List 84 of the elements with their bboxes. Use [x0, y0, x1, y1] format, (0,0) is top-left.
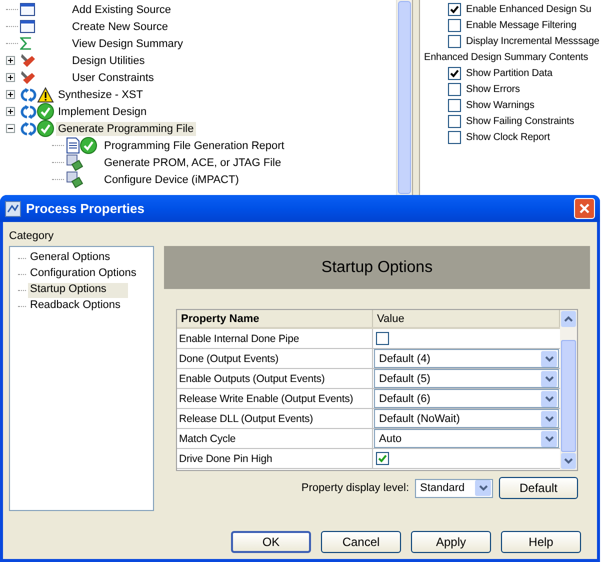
warning-icon	[37, 86, 54, 102]
value-dropdown[interactable]: Default (5)	[374, 369, 559, 388]
expand-icon[interactable]	[6, 107, 15, 116]
option-label: Enable Message Filtering	[466, 20, 576, 30]
checkbox[interactable]	[448, 34, 461, 48]
scroll-up-icon[interactable]	[564, 316, 573, 322]
device-icon	[66, 171, 83, 188]
value-dropdown[interactable]: Default (NoWait)	[374, 409, 559, 428]
property-name: Release DLL (Output Events)	[177, 409, 373, 428]
property-name: Drive Done Pin High	[177, 449, 373, 468]
value-dropdown[interactable]: Default (4)	[374, 349, 559, 368]
tree-item[interactable]: User Constraints	[70, 70, 156, 84]
expand-icon[interactable]	[6, 56, 15, 65]
checkbox[interactable]	[448, 82, 461, 96]
option-label: Display Incremental Messsage	[466, 36, 600, 46]
sigma-icon	[20, 37, 32, 50]
column-header: Property Name	[177, 310, 373, 327]
option-label: Show Failing Constraints	[466, 116, 574, 126]
tools-icon	[20, 52, 37, 69]
scrollbar[interactable]	[560, 310, 577, 470]
ok-icon	[80, 137, 97, 154]
property-name: Release Write Enable (Output Events)	[177, 389, 373, 408]
close-button[interactable]	[574, 198, 595, 219]
tree-item[interactable]: View Design Summary	[70, 36, 186, 50]
tree-item[interactable]: Synthesize - XST	[56, 88, 145, 102]
property-name: Done (Output Events)	[177, 349, 373, 368]
tree-item[interactable]: Configure Device (iMPACT)	[102, 172, 241, 186]
tree-item[interactable]: Implement Design	[56, 104, 149, 118]
dialog-button[interactable]: Apply	[411, 531, 491, 553]
checkbox[interactable]	[448, 18, 461, 32]
property-name: Match Cycle	[177, 429, 373, 448]
tree-item[interactable]: Programming File Generation Report	[102, 138, 286, 152]
checkbox[interactable]	[448, 2, 461, 16]
dialog-button[interactable]: Cancel	[321, 531, 401, 553]
category-item[interactable]: General Options	[28, 250, 112, 266]
category-label: Category	[9, 230, 55, 242]
tree-item[interactable]: Create New Source	[70, 20, 170, 34]
window-title: Process Properties	[26, 201, 146, 216]
display-level-label: Property display level:	[301, 482, 409, 494]
category-item[interactable]: Startup Options	[28, 282, 128, 298]
window-icon	[20, 3, 35, 16]
device-icon	[66, 154, 83, 171]
collapse-icon[interactable]	[6, 124, 15, 133]
dialog-button[interactable]: OK	[231, 531, 311, 553]
refresh-icon	[20, 86, 37, 102]
expand-icon[interactable]	[6, 73, 15, 82]
checkbox[interactable]	[448, 130, 461, 144]
section-title: Enhanced Design Summary Contents	[424, 52, 588, 62]
refresh-icon	[20, 104, 37, 120]
display-level-dropdown[interactable]: Standard	[415, 478, 493, 498]
option-label: Show Errors	[466, 84, 520, 94]
property-name: Enable Outputs (Output Events)	[177, 369, 373, 388]
checkbox[interactable]	[448, 98, 461, 112]
tree-item[interactable]: Generate PROM, ACE, or JTAG File	[102, 156, 284, 170]
default-button[interactable]: Default	[499, 477, 578, 499]
tools-icon	[20, 69, 37, 86]
value-dropdown[interactable]: Auto	[374, 429, 559, 448]
checkbox[interactable]	[448, 114, 461, 128]
category-item[interactable]: Readback Options	[28, 298, 122, 314]
option-label: Show Clock Report	[466, 132, 550, 142]
section-header: Startup Options	[164, 246, 590, 289]
window-icon	[20, 20, 35, 33]
refresh-icon	[20, 120, 37, 136]
checkbox[interactable]	[376, 452, 389, 465]
checkbox[interactable]	[448, 66, 461, 80]
document-icon	[66, 137, 80, 154]
tree-item[interactable]: Add Existing Source	[70, 2, 174, 16]
option-label: Show Partition Data	[466, 68, 552, 78]
tree-item[interactable]: Design Utilities	[70, 54, 147, 68]
checkbox[interactable]	[376, 332, 389, 345]
value-dropdown[interactable]: Default (6)	[374, 389, 559, 408]
option-label: Enable Enhanced Design Su	[466, 4, 592, 14]
scroll-down-icon[interactable]	[564, 458, 573, 464]
app-icon	[5, 200, 21, 216]
ok-icon	[37, 103, 54, 120]
option-label: Show Warnings	[466, 100, 534, 110]
dialog-button[interactable]: Help	[501, 531, 581, 553]
tree-item[interactable]: Generate Programming File	[56, 122, 196, 136]
ok-icon	[37, 120, 54, 137]
expand-icon[interactable]	[6, 90, 15, 99]
property-name: Enable Internal Done Pipe	[177, 329, 373, 348]
scrollbar[interactable]	[396, 0, 412, 195]
category-item[interactable]: Configuration Options	[28, 266, 138, 282]
close-icon	[579, 203, 590, 214]
